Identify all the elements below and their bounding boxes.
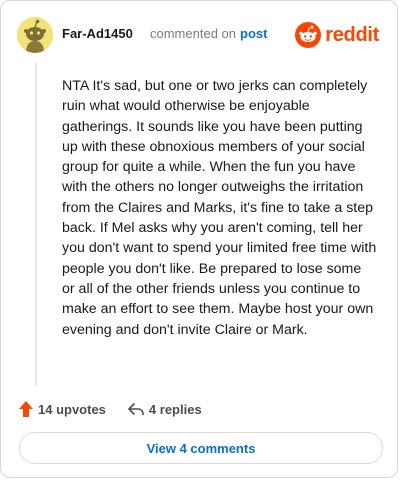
comment-card: Far-Ad1450 commented on post reddit NTA I…: [0, 0, 398, 478]
comment-actions: 14 upvotes 4 replies: [19, 399, 383, 419]
reddit-logo[interactable]: reddit: [295, 21, 379, 49]
meta-text: commented on: [150, 26, 236, 41]
comment-header: Far-Ad1450 commented on post reddit: [15, 15, 383, 55]
reply-arrow-icon: [128, 403, 144, 416]
reply-count: 4 replies: [148, 401, 202, 417]
upvote-arrow-icon: [19, 401, 33, 417]
comment-body: NTA It's sad, but one or two jerks can c…: [62, 78, 377, 338]
comment-meta: commented on post: [150, 26, 267, 41]
reddit-logo-icon: [295, 22, 322, 48]
thread-line: [35, 63, 37, 386]
view-comments-button[interactable]: View 4 comments: [19, 432, 383, 464]
comment-author[interactable]: Far-Ad1450: [62, 26, 133, 41]
upvote-button[interactable]: 14 upvotes: [19, 401, 106, 417]
snoo-avatar-icon: [17, 17, 53, 53]
author-avatar[interactable]: [17, 17, 53, 53]
post-link[interactable]: post: [240, 26, 267, 41]
upvote-count: 14 upvotes: [38, 401, 106, 417]
reply-button[interactable]: 4 replies: [128, 402, 202, 417]
reddit-wordmark: reddit: [325, 23, 379, 46]
